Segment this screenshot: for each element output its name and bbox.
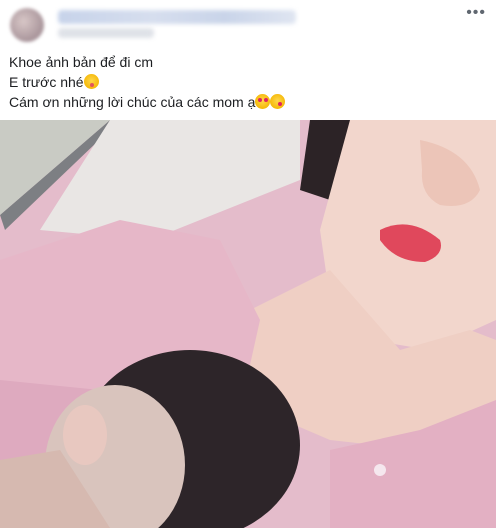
winking-face-with-tongue-icon	[83, 74, 99, 89]
caption-line-2: E trước nhé	[9, 72, 285, 92]
post-photo[interactable]	[0, 120, 496, 528]
post-caption: Khoe ảnh bản để đi cm E trước nhé Cám ơn…	[9, 52, 286, 112]
caption-line-2-text: E trước nhé	[9, 74, 84, 90]
facebook-post: ••• Khoe ảnh bản để đi cm E trước nhé Cá…	[0, 0, 496, 528]
blurred-author-name[interactable]	[58, 10, 296, 24]
caption-line-3-text: Cám ơn những lời chúc của các mom ạ	[9, 94, 256, 110]
gown-button	[374, 464, 386, 476]
more-options-icon[interactable]: •••	[466, 5, 486, 21]
post-header: •••	[0, 0, 496, 48]
face-blowing-kiss-icon	[270, 94, 286, 109]
caption-line-1: Khoe ảnh bản để đi cm	[9, 54, 153, 70]
smiling-face-with-heart-eyes-icon	[255, 94, 271, 109]
baby-ear	[63, 405, 107, 465]
blurred-post-meta	[58, 28, 154, 38]
photo-illustration	[0, 120, 496, 528]
avatar[interactable]	[10, 8, 44, 42]
caption-line-3: Cám ơn những lời chúc của các mom ạ	[9, 92, 286, 112]
